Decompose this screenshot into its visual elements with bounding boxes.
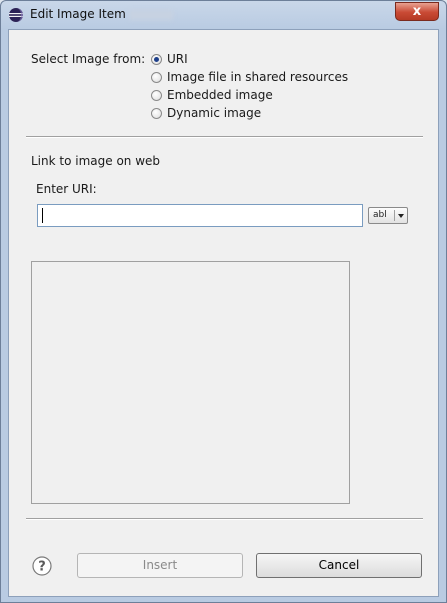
- divider: [394, 210, 395, 221]
- radio-button[interactable]: [151, 90, 162, 101]
- close-button[interactable]: x: [395, 2, 439, 21]
- radio-shared-resources-label: Image file in shared resources: [167, 70, 349, 84]
- separator: [26, 518, 423, 520]
- chevron-down-icon[interactable]: [398, 214, 404, 218]
- expression-builder-button[interactable]: abl: [368, 207, 408, 224]
- close-icon: x: [412, 4, 422, 19]
- radio-button[interactable]: [151, 72, 162, 83]
- help-icon[interactable]: ?: [32, 556, 52, 576]
- expression-builder-label: abl: [373, 210, 387, 220]
- radio-button[interactable]: [151, 108, 162, 119]
- select-image-from-label: Select Image from:: [31, 52, 146, 66]
- cancel-button[interactable]: Cancel: [256, 553, 422, 578]
- text-caret: [42, 208, 43, 223]
- title-ghost: [129, 10, 173, 20]
- eclipse-icon: [9, 8, 23, 22]
- radio-dynamic-image-label: Dynamic image: [167, 106, 262, 120]
- title-bar[interactable]: Edit Image Item x: [1, 1, 446, 29]
- link-to-web-label: Link to image on web: [31, 154, 161, 168]
- uri-input[interactable]: [37, 204, 363, 227]
- radio-embedded-image-label: Embedded image: [167, 88, 273, 102]
- dialog-window: Edit Image Item x Select Image from: URI…: [0, 0, 447, 603]
- enter-uri-label: Enter URI:: [36, 182, 97, 196]
- help-glyph: ?: [38, 560, 46, 575]
- image-preview: [31, 261, 350, 504]
- radio-uri-label: URI: [167, 52, 188, 66]
- dialog-body: Select Image from: URI Image file in sha…: [8, 29, 439, 597]
- insert-button[interactable]: Insert: [77, 553, 243, 578]
- radio-button-checked[interactable]: [151, 54, 162, 65]
- window-title: Edit Image Item: [30, 7, 126, 21]
- separator: [26, 136, 423, 138]
